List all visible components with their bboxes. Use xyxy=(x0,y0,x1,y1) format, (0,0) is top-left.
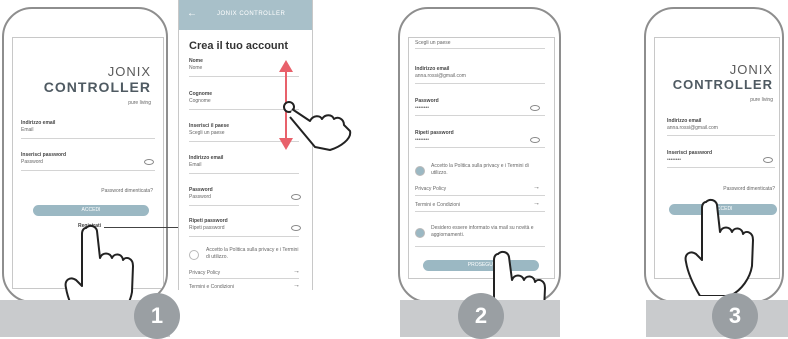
step-1-badge: 1 xyxy=(134,293,180,339)
logo-jonix: JONIX xyxy=(107,64,151,79)
privacy-text-2: Accetto la Politica sulla privacy e i Te… xyxy=(431,163,529,176)
password-label-2: Password xyxy=(415,98,439,104)
forgot-password-link-3[interactable]: Password dimenticata? xyxy=(723,186,775,192)
name-input[interactable]: Nome xyxy=(189,65,202,71)
step-3-badge: 3 xyxy=(712,293,758,339)
privacy-policy-link[interactable]: Privacy Policy xyxy=(189,270,220,276)
logo-controller-3: CONTROLLER xyxy=(672,77,773,92)
arrow-right-icon: → xyxy=(293,268,300,275)
swipe-hand-icon xyxy=(283,101,352,151)
eye-icon[interactable] xyxy=(144,159,154,165)
newsletter-text: Desidero essere informato via mail su no… xyxy=(431,225,534,238)
repeat-underline xyxy=(189,236,299,237)
country-label: Inserisci il paese xyxy=(189,123,230,129)
step-2-badge: 2 xyxy=(458,293,504,339)
newsletter-underline xyxy=(415,246,545,247)
eye-icon[interactable] xyxy=(530,137,540,143)
email-input[interactable]: Email xyxy=(21,127,34,133)
surname-label: Cognome xyxy=(189,91,213,97)
repeat-underline-2 xyxy=(415,147,545,148)
name-label: Nome xyxy=(189,58,203,64)
password-label: Inserisci password xyxy=(21,152,67,158)
phone-2-screen: Scegli un paese Indirizzo email anna.ros… xyxy=(408,37,555,279)
password-value-3[interactable]: •••••••• xyxy=(667,157,681,163)
password-input[interactable]: Password xyxy=(21,159,43,165)
privacy-policy-link-2[interactable]: Privacy Policy xyxy=(415,186,446,192)
privacy-radio[interactable] xyxy=(189,250,199,260)
email-underline-2 xyxy=(415,83,545,84)
privacy-text: Accetto la Politica sulla privacy e i Te… xyxy=(206,247,299,260)
terms-link-2[interactable]: Termini e Condizioni xyxy=(415,202,460,208)
tap-hand-icon xyxy=(684,198,754,296)
privacy-radio-checked[interactable] xyxy=(415,166,425,176)
repeat-password-input[interactable]: Ripeti password xyxy=(189,225,225,231)
password-underline-signup xyxy=(189,205,299,206)
email-label-3: Indirizzo email xyxy=(667,118,702,124)
terms-link-underline-2 xyxy=(415,211,545,212)
country-select[interactable]: Scegli un paese xyxy=(189,130,225,136)
email-underline-signup xyxy=(189,173,299,174)
eye-icon[interactable] xyxy=(763,157,773,163)
signup-header-bar: ← JONIX CONTROLLER xyxy=(179,0,312,30)
surname-input[interactable]: Cognome xyxy=(189,98,211,104)
repeat-value-2[interactable]: •••••••• xyxy=(415,137,429,143)
login-button[interactable]: ACCEDI xyxy=(33,205,149,216)
password-underline xyxy=(21,170,155,171)
email-input-signup[interactable]: Email xyxy=(189,162,202,168)
email-underline-3 xyxy=(667,135,775,136)
terms-link[interactable]: Termini e Condizioni xyxy=(189,284,234,290)
password-label-3: Inserisci password xyxy=(667,150,713,156)
signup-title: Crea il tuo account xyxy=(189,40,289,52)
eye-icon[interactable] xyxy=(291,194,301,200)
email-value-2[interactable]: anna.rossi@gmail.com xyxy=(415,73,466,79)
header-title: JONIX CONTROLLER xyxy=(217,11,286,17)
newsletter-radio-checked[interactable] xyxy=(415,228,425,238)
password-input-signup[interactable]: Password xyxy=(189,194,211,200)
email-label: Indirizzo email xyxy=(21,120,56,126)
eye-icon[interactable] xyxy=(530,105,540,111)
country-select-cut[interactable]: Scegli un paese xyxy=(415,40,451,46)
password-label-signup: Password xyxy=(189,187,213,193)
email-label-2: Indirizzo email xyxy=(415,66,450,72)
arrow-right-icon: → xyxy=(533,184,540,191)
email-label-signup: Indirizzo email xyxy=(189,155,224,161)
password-value-2[interactable]: •••••••• xyxy=(415,105,429,111)
repeat-password-label: Ripeti password xyxy=(189,218,228,224)
email-value-3[interactable]: anna.rossi@gmail.com xyxy=(667,125,718,131)
country-underline-2 xyxy=(415,48,545,49)
logo-controller: CONTROLLER xyxy=(43,79,151,95)
logo-tagline: pure living xyxy=(128,100,151,106)
password-underline-3 xyxy=(667,167,775,168)
eye-icon[interactable] xyxy=(291,225,301,231)
logo-jonix-3: JONIX xyxy=(729,62,773,77)
arrow-right-icon: → xyxy=(293,282,300,289)
arrow-right-icon: → xyxy=(533,200,540,207)
forgot-password-link[interactable]: Password dimenticata? xyxy=(101,188,153,194)
repeat-label-2: Ripeti password xyxy=(415,130,454,136)
logo-tagline-3: pure living xyxy=(750,97,773,103)
privacy-link-underline xyxy=(189,278,299,279)
privacy-link-underline-2 xyxy=(415,195,545,196)
password-underline-2 xyxy=(415,115,545,116)
back-arrow-icon[interactable]: ← xyxy=(187,8,197,19)
email-underline xyxy=(21,138,155,139)
